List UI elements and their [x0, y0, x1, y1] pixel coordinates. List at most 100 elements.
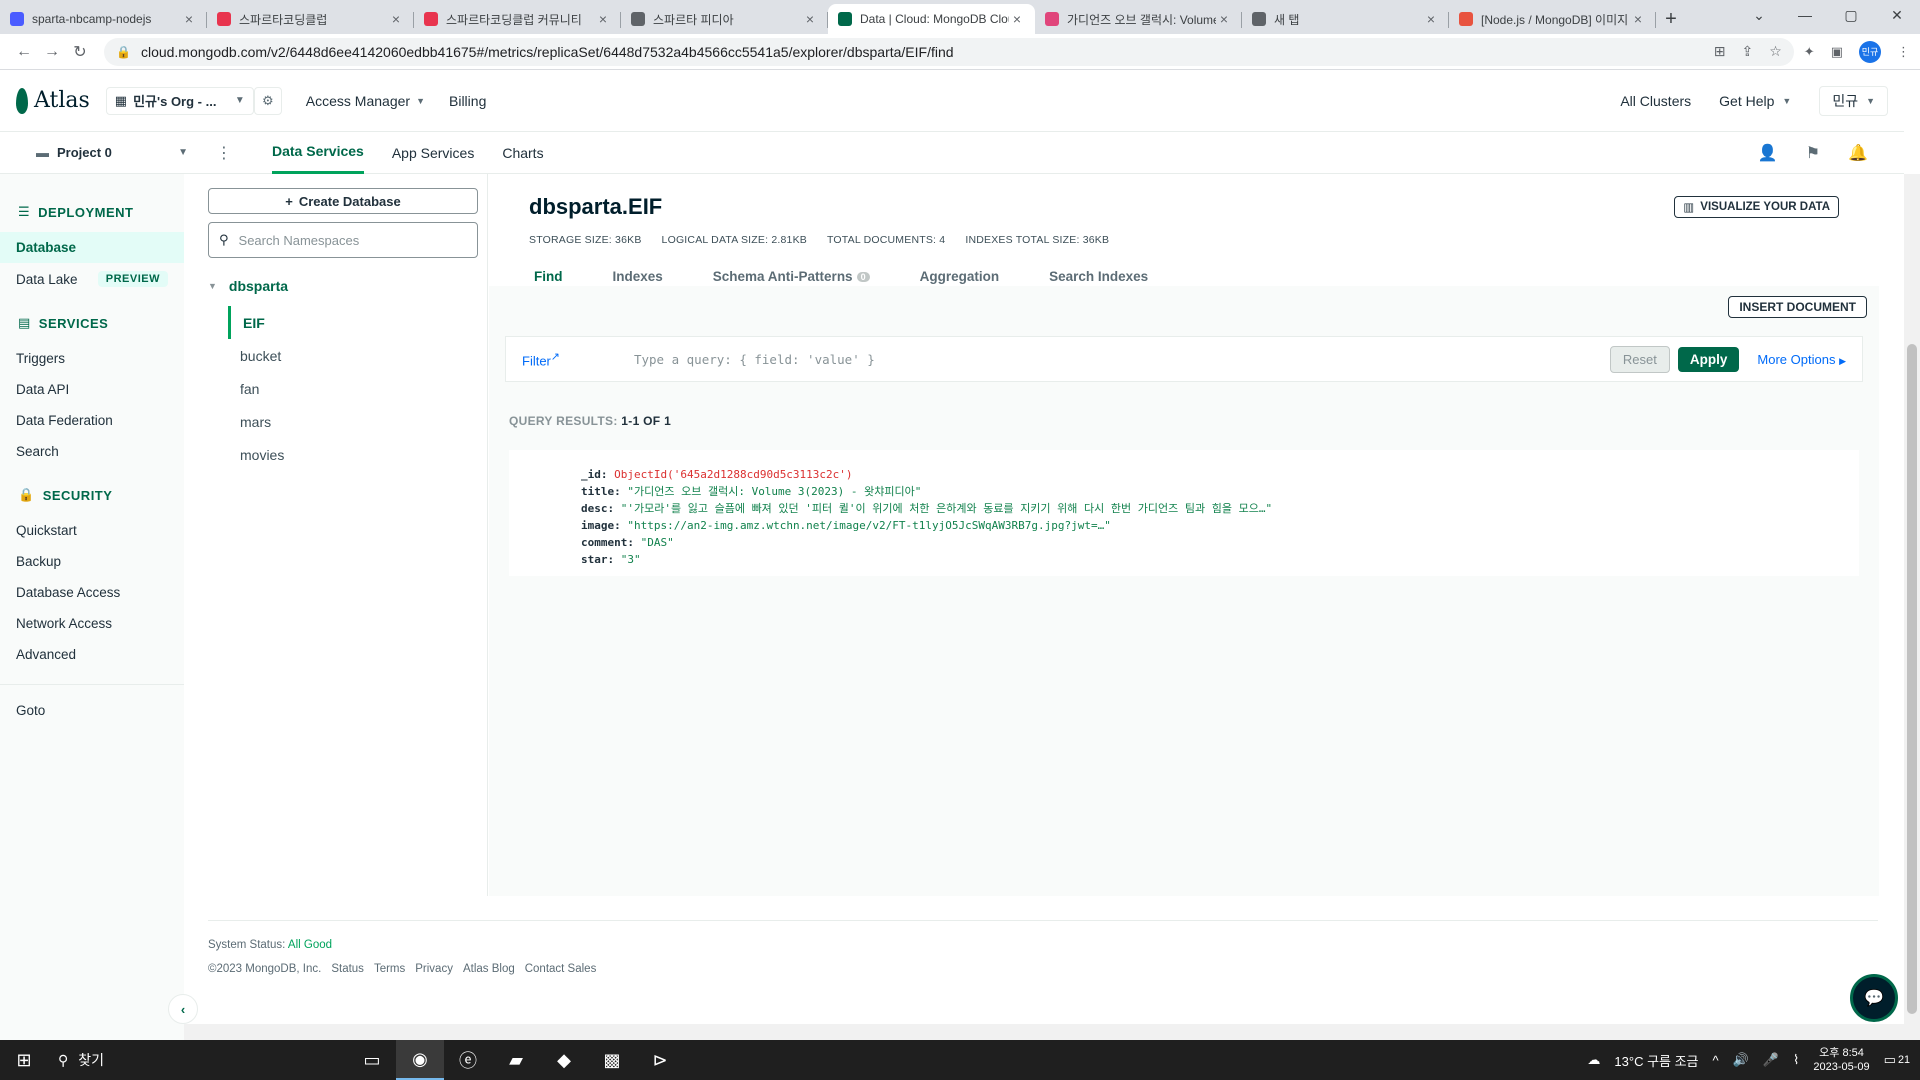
notification-bell-icon[interactable]: 🔔: [1848, 143, 1868, 163]
organization-selector[interactable]: ▦ 민규's Org - ... ▼: [105, 86, 254, 115]
browser-tab[interactable]: [Node.js / MongoDB] 이미지 ×: [1449, 4, 1656, 34]
tab-find[interactable]: Find: [534, 269, 563, 284]
browser-tab[interactable]: 가디언즈 오브 갤럭시: Volume 3 ×: [1035, 4, 1242, 34]
browser-tab[interactable]: 스파르타코딩클럽 ×: [207, 4, 414, 34]
close-tab-icon[interactable]: ×: [1216, 11, 1232, 27]
activity-feed-icon[interactable]: ⚑: [1806, 143, 1820, 163]
close-tab-icon[interactable]: ×: [181, 11, 197, 27]
profile-avatar[interactable]: 민규: [1859, 40, 1881, 63]
tab-app-services[interactable]: App Services: [392, 132, 474, 174]
windows-start-icon[interactable]: ⊞: [0, 1050, 48, 1071]
invite-user-icon[interactable]: 👤: [1758, 143, 1778, 163]
reload-icon[interactable]: ↻: [66, 38, 94, 66]
tab-search-indexes[interactable]: Search Indexes: [1049, 269, 1148, 284]
user-menu[interactable]: 민규 ▼: [1819, 85, 1888, 116]
sidebar-item-data-federation[interactable]: Data Federation: [0, 405, 184, 436]
chat-support-icon[interactable]: 💬: [1850, 974, 1898, 1022]
sidebar-item-network-access[interactable]: Network Access: [0, 608, 184, 639]
create-database-button[interactable]: + Create Database: [208, 188, 478, 214]
close-tab-icon[interactable]: ×: [388, 11, 404, 27]
collapse-sidebar-chevron-icon[interactable]: ‹: [168, 994, 198, 1024]
edge-icon[interactable]: ⓔ: [444, 1040, 492, 1080]
more-options-link[interactable]: More Options ▶: [1757, 352, 1846, 367]
sidebar-item-database-access[interactable]: Database Access: [0, 577, 184, 608]
query-input[interactable]: Type a query: { field: 'value' }: [634, 352, 875, 367]
volume-icon[interactable]: 🔊: [1733, 1052, 1749, 1068]
close-tab-icon[interactable]: ×: [595, 11, 611, 27]
sidebar-item-database[interactable]: Database: [0, 232, 184, 263]
collection-item-mars[interactable]: mars: [228, 405, 469, 438]
maximize-icon[interactable]: ▢: [1828, 0, 1874, 30]
microphone-icon[interactable]: 🎤: [1763, 1052, 1779, 1068]
org-settings-gear-icon[interactable]: ⚙: [253, 86, 282, 115]
search-namespaces-input[interactable]: ⚲ Search Namespaces: [208, 222, 478, 258]
tab-schema-anti-patterns[interactable]: Schema Anti-Patterns 0: [713, 269, 870, 284]
atlas-logo[interactable]: Atlas: [16, 87, 90, 114]
browser-menu-icon[interactable]: ⋮: [1897, 44, 1910, 60]
tab-charts[interactable]: Charts: [502, 132, 543, 174]
footer-link-terms[interactable]: Terms: [374, 963, 405, 975]
network-icon[interactable]: ⌇: [1793, 1052, 1799, 1068]
sidebar-item-triggers[interactable]: Triggers: [0, 343, 184, 374]
sidebar-item-search[interactable]: Search: [0, 436, 184, 467]
browser-tab[interactable]: 스파르타코딩클럽 커뮤니티 ×: [414, 4, 621, 34]
system-status-value[interactable]: All Good: [288, 939, 332, 951]
side-panel-icon[interactable]: ▣: [1831, 44, 1843, 60]
document-card[interactable]: _id: ObjectId('645a2d1288cd90d5c3113c2c'…: [509, 450, 1859, 576]
vscode-icon[interactable]: ⊳: [636, 1040, 684, 1080]
vertical-scrollbar[interactable]: [1904, 174, 1920, 1040]
lock-icon[interactable]: 🔒: [116, 45, 131, 59]
sidebar-item-goto[interactable]: Goto: [0, 695, 184, 726]
database-tree-item[interactable]: ▼ dbsparta: [208, 278, 469, 294]
footer-link-privacy[interactable]: Privacy: [415, 963, 453, 975]
browser-tab[interactable]: Data | Cloud: MongoDB Cloud ×: [828, 4, 1035, 34]
footer-link-contact-sales[interactable]: Contact Sales: [525, 963, 597, 975]
translate-icon[interactable]: ⊞: [1714, 43, 1726, 60]
insert-document-button[interactable]: INSERT DOCUMENT: [1728, 296, 1867, 318]
collection-item-eif[interactable]: EIF: [228, 306, 469, 339]
share-icon[interactable]: ⇪: [1742, 43, 1754, 60]
browser-tab[interactable]: sparta-nbcamp-nodejs ×: [0, 4, 207, 34]
weather-text[interactable]: 13°C 구름 조금: [1614, 1051, 1698, 1070]
visual-studio-icon[interactable]: ◆: [540, 1040, 588, 1080]
browser-tab[interactable]: 스파르타 피디아 ×: [621, 4, 828, 34]
browser-tab[interactable]: 새 탭 ×: [1242, 4, 1449, 34]
taskbar-search[interactable]: ⚲ 찾기: [48, 1050, 258, 1070]
notification-center-icon[interactable]: ▭ 21: [1884, 1052, 1910, 1068]
weather-icon[interactable]: ☁: [1587, 1052, 1600, 1068]
close-tab-icon[interactable]: ×: [1009, 11, 1025, 27]
extensions-icon[interactable]: ✦: [1804, 44, 1815, 60]
sidebar-item-backup[interactable]: Backup: [0, 546, 184, 577]
tab-aggregation[interactable]: Aggregation: [920, 269, 1000, 284]
sidebar-item-data-api[interactable]: Data API: [0, 374, 184, 405]
sidebar-item-data-lake[interactable]: Data Lake PREVIEW: [0, 263, 184, 295]
clock[interactable]: 오후 8:54 2023-05-09: [1813, 1046, 1869, 1074]
chrome-icon[interactable]: ◉: [396, 1040, 444, 1080]
get-help-menu[interactable]: Get Help ▼: [1719, 93, 1791, 109]
close-tab-icon[interactable]: ×: [1630, 11, 1646, 27]
collection-item-bucket[interactable]: bucket: [228, 339, 469, 372]
reset-button[interactable]: Reset: [1609, 345, 1670, 373]
back-icon[interactable]: ←: [10, 38, 38, 66]
footer-link-atlas-blog[interactable]: Atlas Blog: [463, 963, 515, 975]
new-tab-plus-icon[interactable]: +: [1656, 4, 1686, 34]
minimize-icon[interactable]: —: [1782, 0, 1828, 30]
tab-indexes[interactable]: Indexes: [613, 269, 663, 284]
tab-search-chevron-icon[interactable]: ⌄: [1736, 0, 1782, 30]
close-window-icon[interactable]: ✕: [1874, 0, 1920, 30]
horizontal-scrollbar[interactable]: [184, 1024, 1904, 1040]
project-selector[interactable]: ▬ Project 0 ▼: [36, 145, 188, 160]
bookmark-star-icon[interactable]: ☆: [1769, 43, 1782, 60]
sidebar-item-quickstart[interactable]: Quickstart: [0, 515, 184, 546]
forward-icon[interactable]: →: [38, 38, 66, 66]
project-options-icon[interactable]: ⋮: [216, 143, 232, 163]
scrollbar-thumb[interactable]: [1907, 344, 1917, 1014]
collection-item-fan[interactable]: fan: [228, 372, 469, 405]
visualize-data-button[interactable]: ▥ VISUALIZE YOUR DATA: [1674, 196, 1839, 218]
task-view-icon[interactable]: ▭: [348, 1040, 396, 1080]
close-tab-icon[interactable]: ×: [1423, 11, 1439, 27]
footer-link-status[interactable]: Status: [331, 963, 364, 975]
apply-button[interactable]: Apply: [1677, 346, 1740, 372]
android-studio-icon[interactable]: ▩: [588, 1040, 636, 1080]
filter-link[interactable]: Filter↗: [522, 350, 560, 368]
